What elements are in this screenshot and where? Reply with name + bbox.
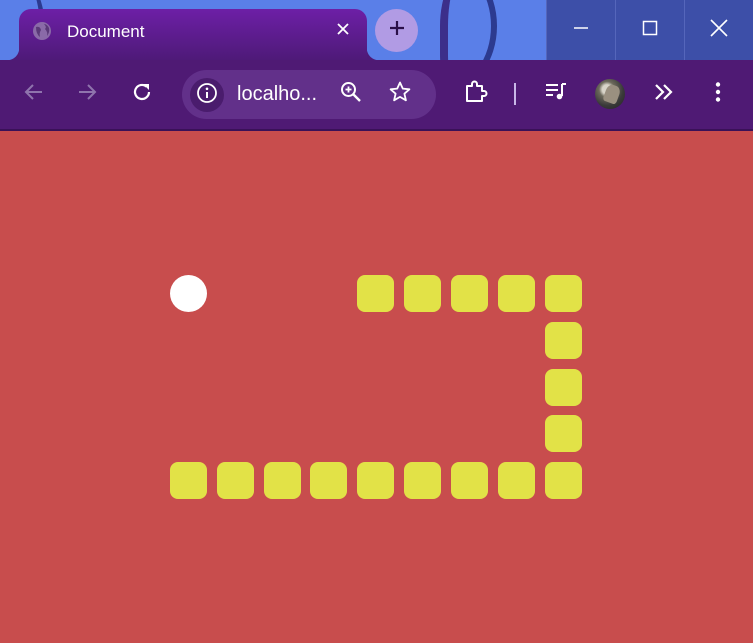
snake-segment bbox=[404, 274, 442, 312]
overflow-button[interactable] bbox=[647, 77, 681, 111]
zoom-in-icon bbox=[339, 80, 363, 109]
snake-segment bbox=[544, 415, 582, 453]
reload-icon bbox=[131, 81, 153, 108]
maximize-icon bbox=[642, 20, 658, 41]
back-button[interactable] bbox=[17, 77, 51, 111]
minimize-icon bbox=[573, 20, 589, 41]
snake-segment bbox=[263, 462, 301, 500]
toolbar-separator bbox=[514, 83, 516, 105]
minimize-button[interactable] bbox=[546, 0, 615, 60]
snake-segment bbox=[544, 274, 582, 312]
snake-segment bbox=[310, 462, 348, 500]
snake-segment bbox=[544, 462, 582, 500]
new-tab-button[interactable] bbox=[375, 9, 418, 52]
bookmark-button[interactable] bbox=[383, 77, 417, 111]
media-control-button[interactable] bbox=[539, 77, 573, 111]
snake-segment bbox=[216, 462, 254, 500]
globe-icon bbox=[32, 21, 52, 41]
arrow-right-icon bbox=[76, 81, 98, 108]
address-bar[interactable]: localho... bbox=[182, 70, 436, 119]
star-icon bbox=[388, 80, 412, 109]
snake-head bbox=[357, 274, 395, 312]
wallpaper-decoration bbox=[440, 0, 508, 60]
browser-menu-button[interactable] bbox=[701, 77, 735, 111]
snake-segment bbox=[544, 368, 582, 406]
snake-segment bbox=[498, 462, 535, 500]
close-window-button[interactable] bbox=[684, 0, 753, 60]
browser-tab[interactable]: Document bbox=[7, 9, 379, 60]
playlist-icon bbox=[543, 79, 569, 110]
chevron-double-right-icon bbox=[652, 80, 676, 109]
reload-button[interactable] bbox=[125, 77, 159, 111]
avatar[interactable] bbox=[595, 79, 625, 109]
snake-segment bbox=[498, 274, 535, 312]
site-info-button[interactable] bbox=[190, 78, 224, 112]
snake-segment bbox=[357, 462, 395, 500]
arrow-left-icon bbox=[23, 81, 45, 108]
tab-title: Document bbox=[67, 22, 145, 41]
food-pellet bbox=[169, 274, 207, 312]
kebab-menu-icon bbox=[706, 80, 730, 109]
puzzle-icon bbox=[463, 79, 489, 110]
close-icon bbox=[710, 18, 728, 42]
extensions-button[interactable] bbox=[459, 77, 493, 111]
snake-segment bbox=[451, 462, 489, 500]
window-controls bbox=[546, 0, 753, 60]
snake-segment bbox=[404, 462, 442, 500]
snake-segment bbox=[451, 274, 489, 312]
snake-segment bbox=[544, 321, 582, 359]
title-bar: Document bbox=[0, 0, 753, 60]
snake-segment bbox=[169, 462, 207, 500]
close-icon[interactable] bbox=[333, 20, 353, 40]
info-icon bbox=[196, 82, 218, 109]
forward-button[interactable] bbox=[70, 77, 104, 111]
maximize-button[interactable] bbox=[615, 0, 684, 60]
plus-icon bbox=[388, 19, 406, 42]
zoom-button[interactable] bbox=[334, 77, 368, 111]
browser-toolbar: localho... bbox=[0, 60, 753, 131]
url-text[interactable]: localho... bbox=[237, 83, 327, 106]
game-board[interactable] bbox=[1, 131, 751, 642]
